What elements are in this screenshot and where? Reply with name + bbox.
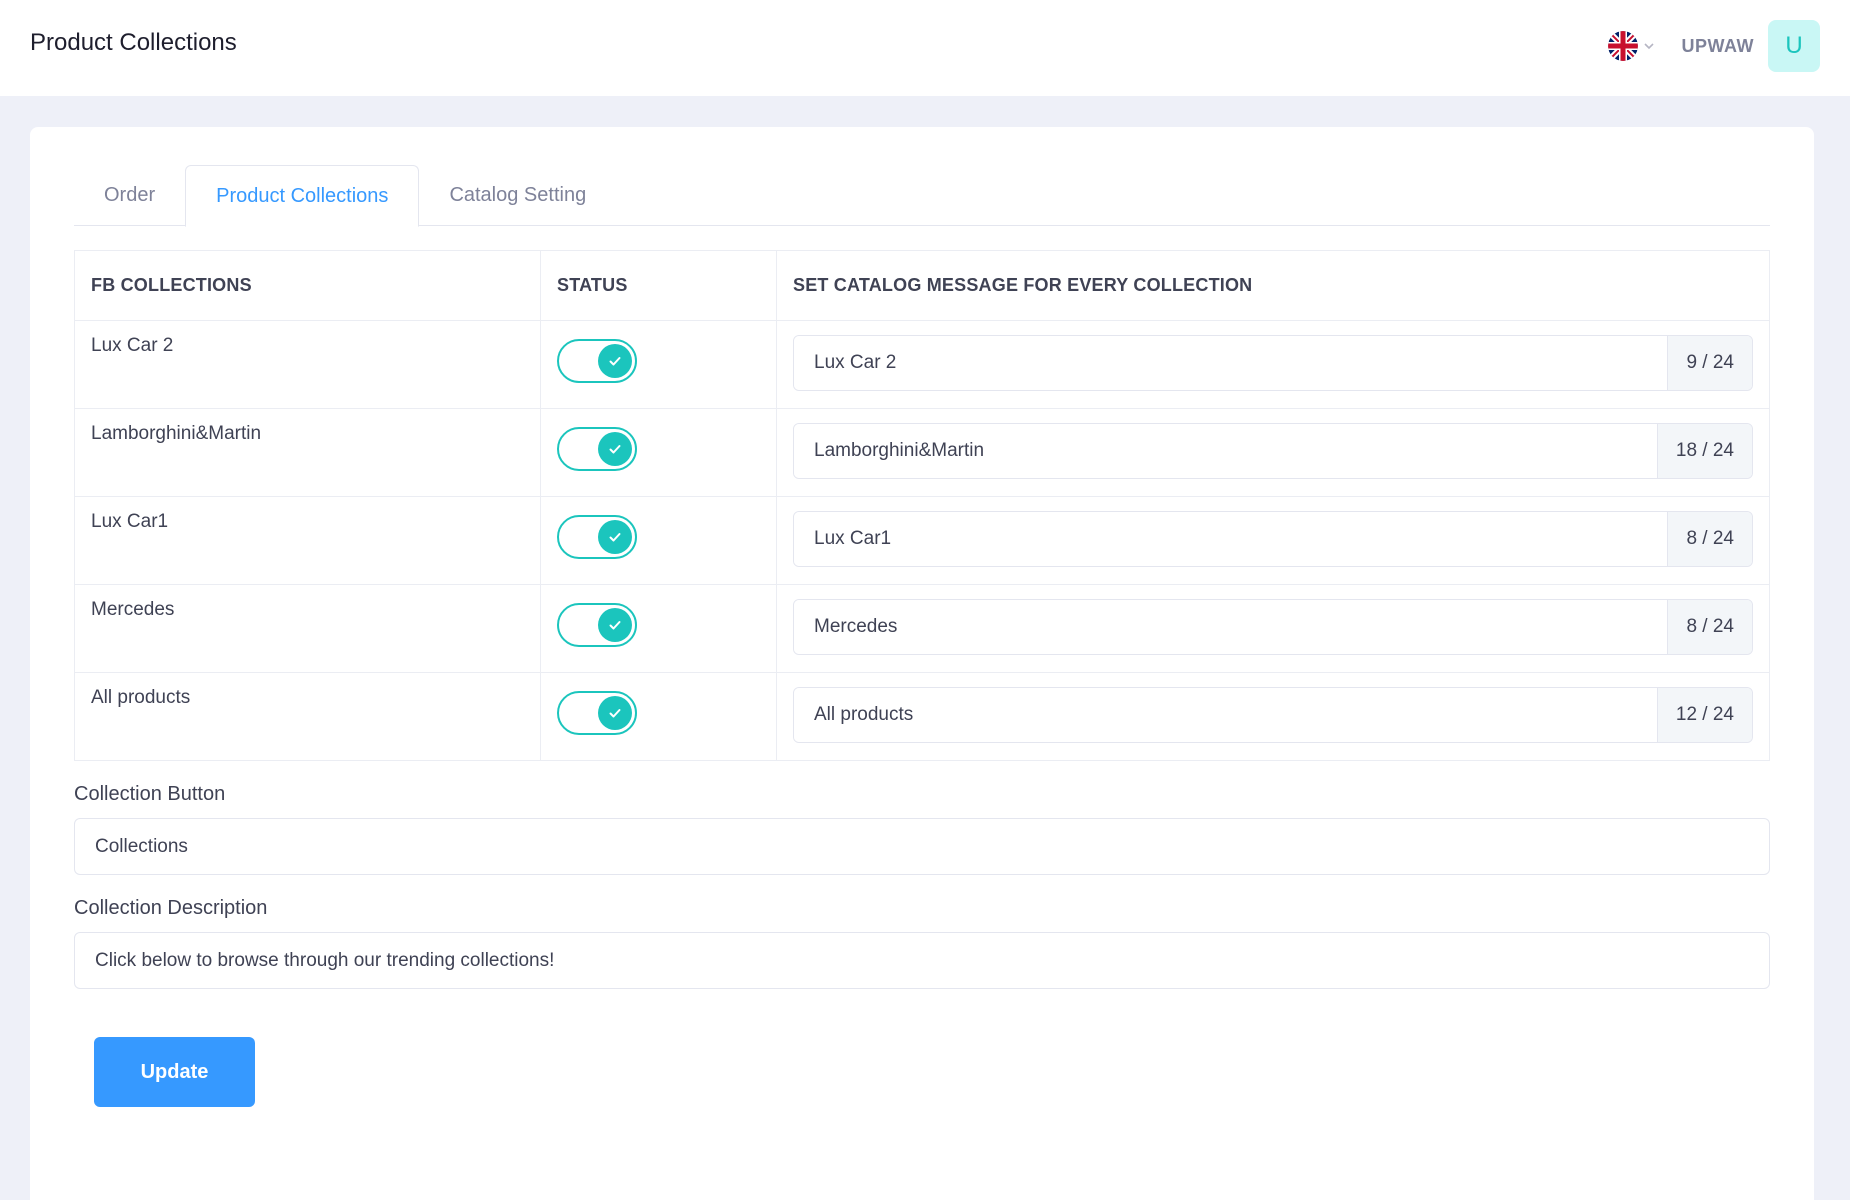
column-header-fb-collections: FB COLLECTIONS: [74, 250, 541, 321]
main-card: Order Product Collections Catalog Settin…: [30, 127, 1814, 1200]
message-cell: 12 / 24: [776, 672, 1770, 761]
char-counter: 18 / 24: [1656, 424, 1752, 478]
status-toggle[interactable]: [557, 603, 637, 647]
catalog-message-input[interactable]: [794, 688, 1657, 742]
collection-name: All products: [74, 672, 541, 761]
toggle-knob: [598, 344, 632, 378]
char-counter: 12 / 24: [1656, 688, 1752, 742]
status-toggle[interactable]: [557, 691, 637, 735]
char-counter: 8 / 24: [1667, 600, 1752, 654]
collection-button-label: Collection Button: [74, 783, 226, 805]
char-counter: 8 / 24: [1667, 512, 1752, 566]
top-header: Product Collections UPWAW U: [0, 0, 1850, 96]
table-row: Lamborghini&Martin 18 / 24: [74, 408, 1770, 497]
update-button[interactable]: Update: [94, 1037, 255, 1107]
toggle-knob: [598, 432, 632, 466]
page-title: Product Collections: [30, 29, 237, 56]
message-input-group: 12 / 24: [793, 687, 1753, 743]
column-header-status: STATUS: [540, 250, 777, 321]
tab-bar: Order Product Collections Catalog Settin…: [74, 165, 1770, 227]
check-icon: [609, 445, 621, 454]
message-cell: 18 / 24: [776, 408, 1770, 497]
catalog-message-input[interactable]: [794, 512, 1668, 566]
column-header-catalog-message: SET CATALOG MESSAGE FOR EVERY COLLECTION: [776, 250, 1770, 321]
toggle-knob: [598, 520, 632, 554]
message-input-group: 8 / 24: [793, 511, 1753, 567]
check-icon: [609, 709, 621, 718]
status-toggle[interactable]: [557, 515, 637, 559]
table-header-row: FB COLLECTIONS STATUS SET CATALOG MESSAG…: [74, 250, 1770, 321]
message-input-group: 8 / 24: [793, 599, 1753, 655]
char-counter: 9 / 24: [1667, 336, 1752, 390]
collection-description-label: Collection Description: [74, 897, 268, 919]
tab-product-collections[interactable]: Product Collections: [185, 165, 420, 227]
chevron-down-icon: [1643, 43, 1654, 50]
check-icon: [609, 357, 621, 366]
catalog-message-input[interactable]: [794, 336, 1668, 390]
tab-catalog-setting[interactable]: Catalog Setting: [419, 165, 616, 226]
status-cell: [540, 320, 777, 409]
collection-name: Mercedes: [74, 584, 541, 673]
collection-name: Lux Car1: [74, 496, 541, 585]
username[interactable]: UPWAW: [1682, 36, 1755, 57]
toggle-knob: [598, 696, 632, 730]
check-icon: [609, 621, 621, 630]
uk-flag-icon: [1607, 31, 1638, 61]
status-cell: [540, 496, 777, 585]
collection-button-input[interactable]: [74, 818, 1770, 875]
collection-description-input[interactable]: [74, 932, 1770, 989]
collection-name: Lux Car 2: [74, 320, 541, 409]
status-cell: [540, 408, 777, 497]
table-row: Lux Car1 8 / 24: [74, 496, 1770, 585]
message-input-group: 9 / 24: [793, 335, 1753, 391]
catalog-message-input[interactable]: [794, 600, 1668, 654]
tab-order[interactable]: Order: [74, 165, 185, 226]
table-row: All products 12 / 24: [74, 672, 1770, 761]
table-row: Lux Car 2 9 / 24: [74, 320, 1770, 409]
message-cell: 8 / 24: [776, 584, 1770, 673]
message-cell: 8 / 24: [776, 496, 1770, 585]
message-cell: 9 / 24: [776, 320, 1770, 409]
check-icon: [609, 533, 621, 542]
message-input-group: 18 / 24: [793, 423, 1753, 479]
catalog-message-input[interactable]: [794, 424, 1657, 478]
status-toggle[interactable]: [557, 339, 637, 383]
language-selector[interactable]: [1607, 31, 1656, 61]
header-toolbar: UPWAW U: [1607, 20, 1820, 72]
avatar[interactable]: U: [1768, 20, 1820, 72]
table-row: Mercedes 8 / 24: [74, 584, 1770, 673]
toggle-knob: [598, 608, 632, 642]
collection-description-group: Collection Description: [74, 897, 1770, 989]
status-cell: [540, 584, 777, 673]
status-cell: [540, 672, 777, 761]
collection-name: Lamborghini&Martin: [74, 408, 541, 497]
collection-button-group: Collection Button: [74, 783, 1770, 875]
status-toggle[interactable]: [557, 427, 637, 471]
collections-table: FB COLLECTIONS STATUS SET CATALOG MESSAG…: [74, 250, 1770, 761]
